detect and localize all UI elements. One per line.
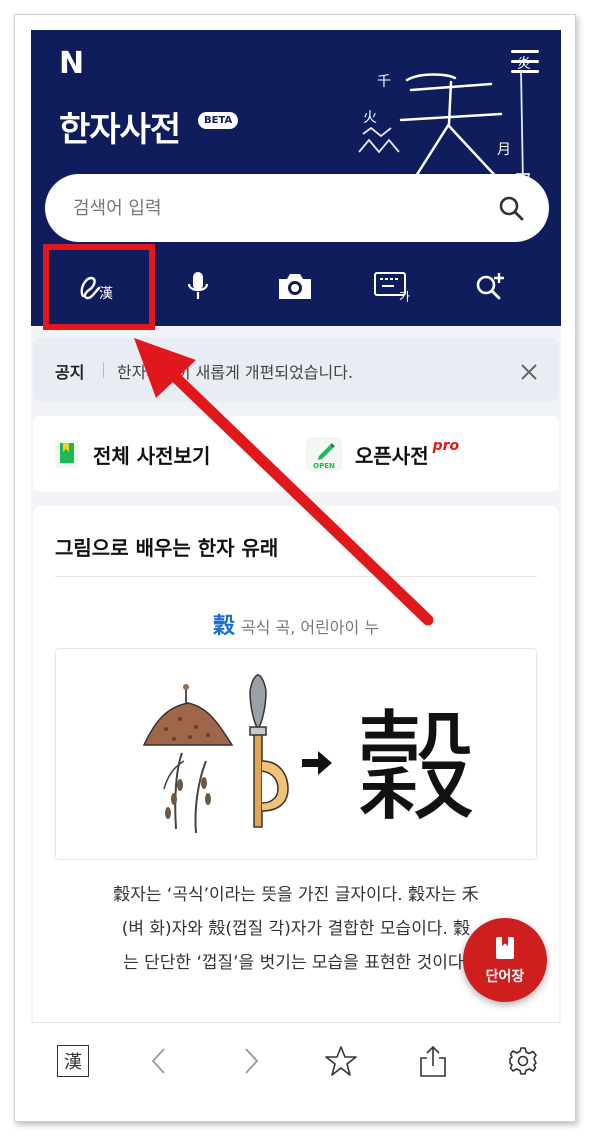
svg-text:月: 月 [497, 142, 511, 158]
search-bar [45, 174, 549, 242]
menu-icon[interactable] [511, 50, 539, 74]
star-icon [325, 1046, 357, 1076]
close-icon[interactable] [519, 362, 539, 382]
keyboard-hanja-icon: 가 [374, 272, 410, 302]
chevron-right-icon [245, 1048, 259, 1074]
origin-illustration[interactable]: 穀 [55, 648, 537, 860]
open-dictionary-label: 오픈사전 [355, 443, 429, 468]
card-title: 그림으로 배우는 한자 유래 [55, 536, 279, 560]
chevron-left-icon [151, 1048, 165, 1074]
notice-label: 공지 [55, 363, 85, 382]
hanja-meaning: 곡식 곡, 어린아이 누 [240, 618, 380, 637]
grain-illustration-icon: 穀 [142, 674, 476, 838]
forward-button[interactable] [231, 1041, 271, 1081]
voice-search-button[interactable] [150, 256, 246, 316]
bookmark-icon [496, 937, 514, 959]
naver-logo[interactable]: N [59, 46, 84, 81]
all-dictionary-label: 전체 사전보기 [93, 443, 211, 468]
wordbook-button[interactable]: 단어장 [463, 918, 547, 1002]
svg-text:OPEN: OPEN [313, 462, 335, 470]
svg-text:穀: 穀 [356, 699, 476, 838]
gear-icon [509, 1047, 537, 1075]
page-title: 한자사전 [59, 110, 181, 150]
svg-text:가: 가 [399, 290, 410, 302]
hanja-box-icon: 漢 [57, 1045, 89, 1077]
open-dictionary-link[interactable]: OPEN 오픈사전 pro [305, 436, 459, 472]
highlight-box [43, 244, 155, 330]
svg-text:火: 火 [363, 110, 377, 126]
notice-banner: 공지 한자사전이 새롭게 개편되었습니다. [33, 338, 559, 402]
search-icon[interactable] [497, 194, 525, 222]
divider [55, 576, 537, 577]
hanja-character: 穀 [212, 614, 235, 639]
search-input[interactable] [73, 196, 473, 220]
mobile-screen: N 千 火 月 炎 한자사전 BETA 검색어 입력 漢 가 공지 한자사전이 … [31, 30, 561, 1108]
keyboard-search-button[interactable]: 가 [345, 256, 441, 316]
camera-icon [279, 274, 311, 299]
hanja-home-button[interactable]: 漢 [53, 1041, 93, 1081]
bottom-toolbar: 漢 [31, 1022, 561, 1108]
beta-badge: BETA [198, 112, 239, 129]
wordbook-label: 단어장 [485, 969, 525, 985]
camera-search-button[interactable] [247, 256, 343, 316]
pro-badge: pro [432, 438, 460, 454]
share-icon [420, 1045, 446, 1077]
description-line: 穀자는 ‘곡식’이라는 뜻을 가진 글자이다. 穀자는 禾 [113, 885, 479, 905]
notice-divider [103, 362, 104, 378]
screenshot-frame: N 千 火 月 炎 한자사전 BETA 검색어 입력 漢 가 공지 한자사전이 … [0, 0, 592, 1138]
advanced-search-button[interactable] [443, 256, 539, 316]
bookmark-book-icon [55, 440, 79, 468]
back-button[interactable] [139, 1041, 179, 1081]
settings-button[interactable] [503, 1041, 543, 1081]
dictionary-links: 전체 사전보기 OPEN 오픈사전 pro [33, 416, 559, 492]
all-dictionary-link[interactable]: 전체 사전보기 [53, 436, 210, 472]
favorite-button[interactable] [321, 1041, 361, 1081]
microphone-icon [187, 272, 209, 299]
search-plus-icon [476, 273, 504, 300]
share-button[interactable] [413, 1041, 453, 1081]
hanja-subtitle[interactable]: 穀 곡식 곡, 어린아이 누 [33, 608, 559, 640]
notice-text[interactable]: 한자사전이 새롭게 개편되었습니다. [117, 359, 353, 383]
open-dictionary-icon: OPEN [306, 437, 342, 471]
description-line: (벼 화)자와 殼(껍질 각)자가 결합한 모습이다. 穀 [121, 919, 471, 939]
svg-text:千: 千 [377, 74, 391, 90]
